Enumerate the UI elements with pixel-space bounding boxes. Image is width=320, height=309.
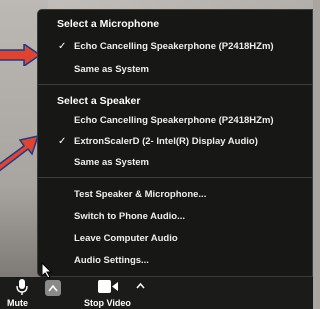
red-arrow-speaker xyxy=(0,134,40,172)
speaker-section-title: Select a Speaker xyxy=(57,95,141,107)
menu-item-speaker-extron[interactable]: ExtronScalerD (2- Intel(R) Display Audio… xyxy=(74,136,258,147)
menu-item-leave-computer-audio[interactable]: Leave Computer Audio xyxy=(74,233,178,244)
menu-item-speaker-echo-cancelling[interactable]: Echo Cancelling Speakerphone (P2418HZm) xyxy=(74,115,274,126)
video-camera-icon[interactable] xyxy=(98,280,118,293)
mute-label[interactable]: Mute xyxy=(7,298,28,308)
audio-options-menu: Select a Microphone ✓ Echo Cancelling Sp… xyxy=(37,9,313,277)
meeting-toolbar: Mute Stop Video xyxy=(0,277,313,309)
menu-item-speaker-same-as-system[interactable]: Same as System xyxy=(74,157,149,168)
menu-item-audio-settings[interactable]: Audio Settings... xyxy=(74,255,149,266)
menu-divider xyxy=(38,177,312,178)
menu-item-mic-same-as-system[interactable]: Same as System xyxy=(74,64,149,75)
check-icon: ✓ xyxy=(58,41,67,52)
menu-item-mic-echo-cancelling[interactable]: Echo Cancelling Speakerphone (P2418HZm) xyxy=(74,41,274,52)
microphone-icon[interactable] xyxy=(16,279,28,295)
menu-item-test-speaker-microphone[interactable]: Test Speaker & Microphone... xyxy=(74,189,206,200)
screen: Select a Microphone ✓ Echo Cancelling Sp… xyxy=(0,0,313,309)
check-icon: ✓ xyxy=(58,136,67,147)
microphone-section-title: Select a Microphone xyxy=(57,18,160,30)
stop-video-label[interactable]: Stop Video xyxy=(84,298,131,308)
menu-item-switch-to-phone-audio[interactable]: Switch to Phone Audio... xyxy=(74,211,185,222)
mouse-cursor-icon xyxy=(41,262,53,279)
chevron-up-icon xyxy=(48,284,58,292)
menu-divider xyxy=(38,84,312,85)
chevron-up-icon[interactable] xyxy=(136,282,145,289)
audio-options-caret-button[interactable] xyxy=(45,280,61,296)
